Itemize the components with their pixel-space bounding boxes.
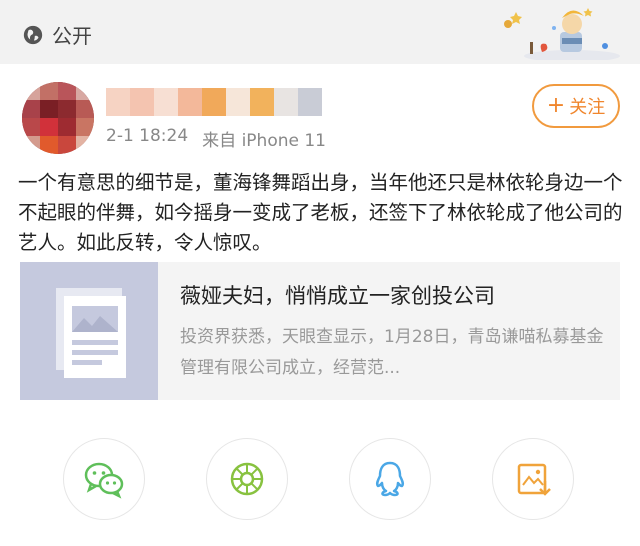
post-time: 2-1 18:24 [106,126,189,146]
avatar-pixel [22,118,40,136]
follow-label: 关注 [569,97,606,118]
avatar-pixel [22,136,40,154]
post-source: 来自 iPhone 11 [202,131,326,151]
avatar-pixel [40,118,58,136]
blur-block [226,88,250,116]
link-title: 薇娅夫妇，悄悄成立一家创投公司 [180,284,495,308]
avatar-pixel [22,82,40,100]
visibility-label: 公开 [52,24,92,48]
wechat-icon [84,462,124,499]
blur-block [130,88,154,116]
avatar-pixel [76,136,94,154]
post-text: 一个有意思的细节是，董海锋舞蹈出身，当年他还只是林依轮身边一个不起眼的伴舞，如今… [18,171,623,254]
save-image-icon [517,463,551,496]
avatar-pixel [22,100,40,118]
little-prince-decoration [504,8,620,60]
blur-block [274,88,298,116]
share-qq-button[interactable] [349,438,431,520]
follow-button[interactable]: + 关注 [532,84,620,128]
avatar-pixel [40,136,58,154]
blur-block [250,88,274,116]
share-bar [0,438,640,528]
share-wechat-button[interactable] [63,438,145,520]
qq-icon [375,461,405,497]
blur-block [178,88,202,116]
blur-block [202,88,226,116]
post-meta: 2-1 18:24 来自 iPhone 11 [106,126,326,151]
top-bar: 公开 [0,0,640,62]
avatar-pixel [40,100,58,118]
avatar-pixel [76,118,94,136]
plus-icon: + [546,93,566,118]
avatar-pixel [76,82,94,100]
save-image-button[interactable] [492,438,574,520]
avatar[interactable] [22,82,94,154]
username-blurred[interactable] [106,88,322,116]
link-description: 投资界获悉，天眼查显示，1月28日，青岛谦喵私募基金管理有限公司成立，经营范..… [180,327,604,378]
avatar-pixel [58,118,76,136]
avatar-pixel [58,136,76,154]
blur-block [298,88,322,116]
avatar-pixel [40,82,58,100]
document-image-icon [56,288,126,378]
blur-block [106,88,130,116]
avatar-pixel [58,100,76,118]
avatar-pixel [58,82,76,100]
globe-icon [23,25,43,44]
share-moments-button[interactable] [206,438,288,520]
article-thumbnail [20,262,158,400]
avatar-pixel [76,100,94,118]
blur-block [154,88,178,116]
moments-icon [230,462,264,496]
link-card[interactable]: 薇娅夫妇，悄悄成立一家创投公司 投资界获悉，天眼查显示，1月28日，青岛谦喵私募… [20,262,620,400]
visibility-setting[interactable]: 公开 [22,20,92,49]
